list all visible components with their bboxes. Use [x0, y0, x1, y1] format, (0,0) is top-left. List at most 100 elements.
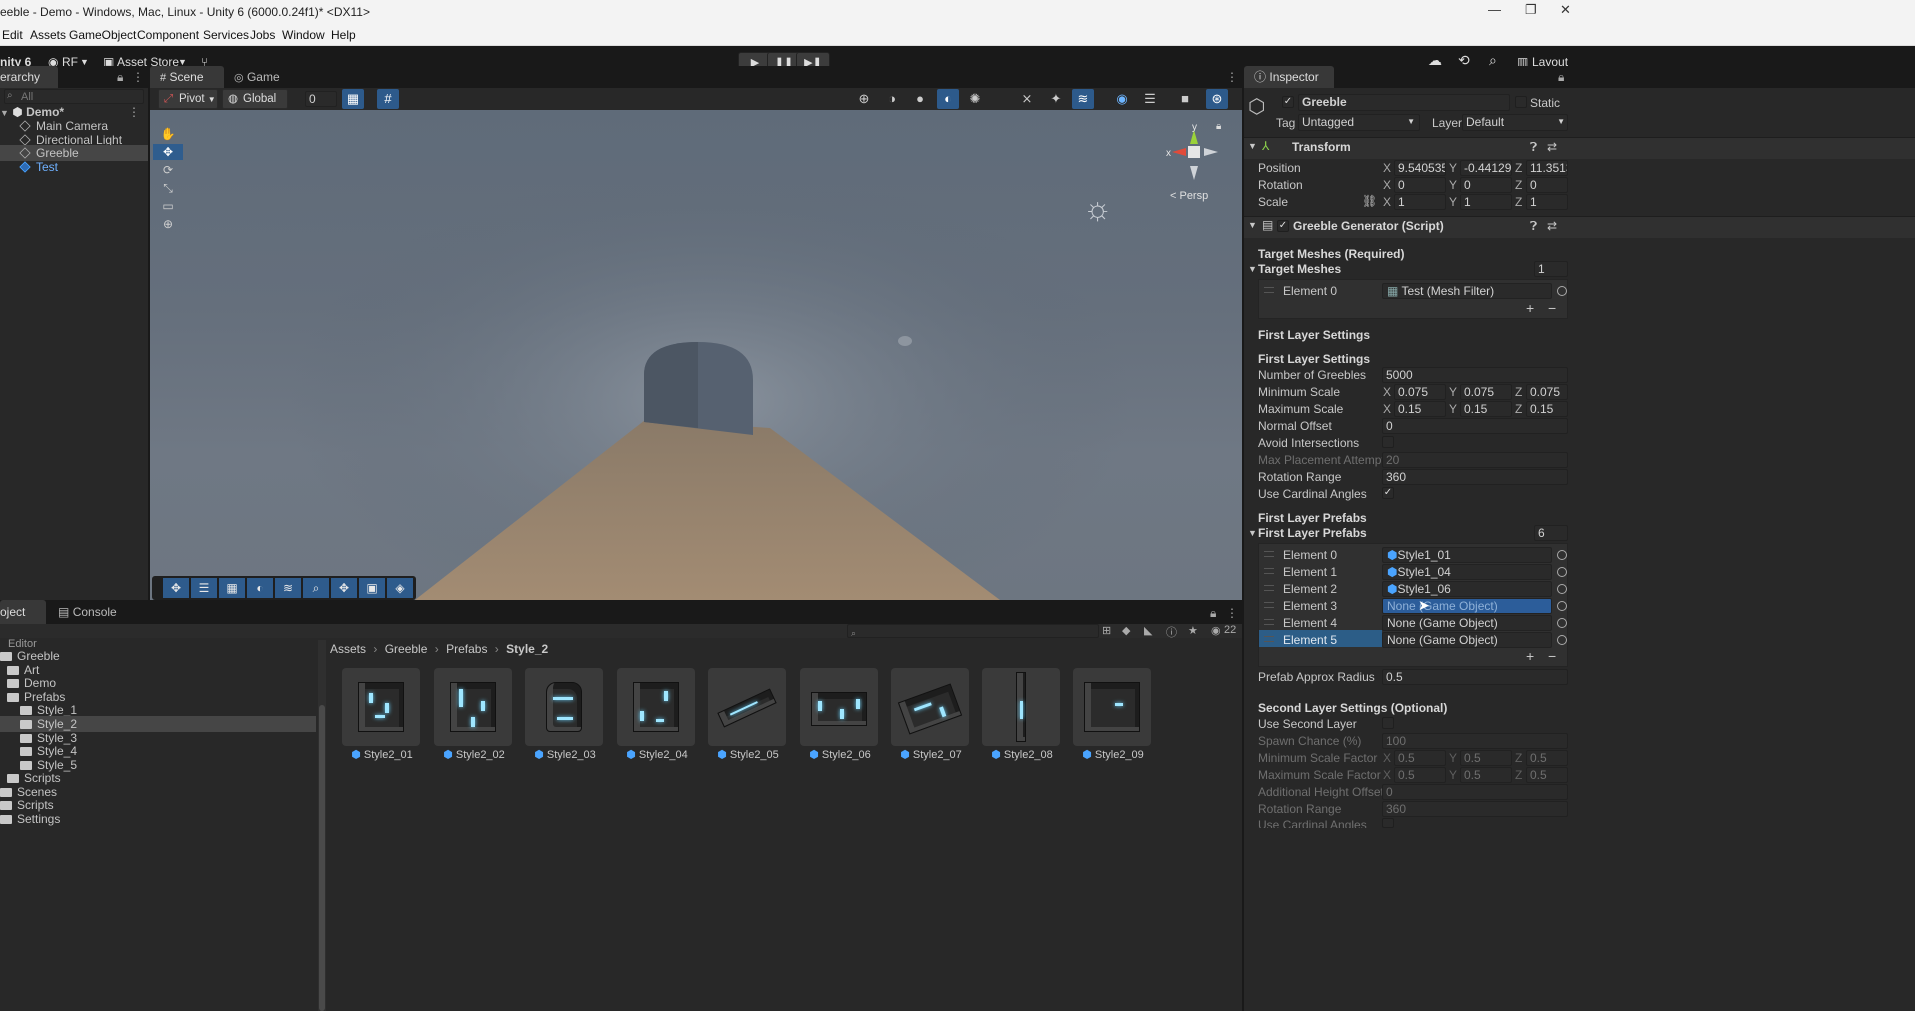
directional-light-gizmo[interactable]: ☼	[1083, 190, 1112, 227]
prefab-approx-radius-label[interactable]: Prefab Approx Radius	[1258, 670, 1375, 684]
visibility-icon[interactable]: ◉	[1111, 89, 1133, 109]
asset-label[interactable]: ⬢ Style2_01	[337, 748, 427, 761]
active-checkbox[interactable]: ✓	[1282, 96, 1294, 108]
static-checkbox[interactable]	[1515, 96, 1527, 108]
prefab-field-highlighted[interactable]: None (Game Object)	[1382, 598, 1552, 614]
asset-label[interactable]: ⬢ Style2_09	[1068, 748, 1158, 761]
prefab-field[interactable]: ⬢Style1_01	[1382, 547, 1552, 563]
max-scale-factor-z[interactable]: 0.5	[1526, 767, 1568, 783]
scale-tool-icon[interactable]: ⤡	[153, 180, 183, 196]
prefab-field[interactable]: ⬢Style1_04	[1382, 564, 1552, 580]
transform-tool-icon[interactable]: ⊕	[153, 216, 183, 232]
menu-window[interactable]: Window	[282, 28, 325, 42]
shaded-icon[interactable]: ●	[909, 89, 931, 109]
add-icon[interactable]: +	[1526, 300, 1534, 316]
lit-mode-icon[interactable]: ◐	[937, 89, 959, 109]
compass-icon[interactable]: ◈	[387, 578, 413, 598]
lit-icon[interactable]: ◐	[247, 578, 273, 598]
object-picker-icon[interactable]	[1557, 286, 1567, 296]
asset-thumbnail[interactable]	[891, 668, 969, 746]
info-icon[interactable]: ⓘ	[1166, 624, 1177, 640]
asset-label[interactable]: ⬢ Style2_03	[520, 748, 610, 761]
max-scale-factor-y[interactable]: 0.5	[1460, 767, 1512, 783]
tab-game[interactable]: ◎ Game	[224, 66, 294, 88]
tab-scene[interactable]: # Scene	[150, 66, 224, 88]
view-tool-icon[interactable]: ✋	[153, 126, 183, 142]
rect-tool-icon[interactable]: ▭	[153, 198, 183, 214]
link-icon[interactable]: ⛓︎	[1362, 194, 1377, 208]
minimum-scale-label[interactable]: Minimum Scale	[1258, 385, 1340, 399]
pivot-dropdown[interactable]: ⤢ Pivot ▼	[158, 89, 218, 109]
project-search-input[interactable]: ⌕	[847, 624, 1099, 638]
asset-label[interactable]: ⬢ Style2_08	[977, 748, 1067, 761]
asset-thumbnail[interactable]	[1073, 668, 1151, 746]
asset-label[interactable]: ⬢ Style2_07	[886, 748, 976, 761]
more-icon[interactable]: ⋮	[132, 70, 144, 84]
object-picker-icon[interactable]	[1557, 601, 1567, 611]
lock-icon[interactable]: 🔒︎	[1216, 121, 1221, 132]
drag-handle-icon[interactable]	[1264, 636, 1274, 642]
layers-icon[interactable]: ≋	[275, 578, 301, 598]
lock-icon[interactable]: 🔒︎	[117, 70, 123, 85]
avoid-intersections-checkbox[interactable]	[1382, 436, 1394, 448]
prefab-approx-radius-input[interactable]: 0.5	[1382, 669, 1568, 685]
scale-x-field[interactable]: 1	[1394, 194, 1446, 210]
object-name-input[interactable]: Greeble	[1298, 94, 1510, 111]
rotation-x-field[interactable]: 0	[1394, 177, 1446, 193]
drag-handle-icon[interactable]	[1264, 551, 1274, 557]
menu-component[interactable]: Component	[137, 28, 199, 42]
drag-handle-icon[interactable]	[1264, 602, 1274, 608]
hierarchy-item[interactable]: Test	[0, 159, 148, 175]
tree-item[interactable]: Settings	[0, 811, 60, 827]
chevron-down-icon[interactable]: ▼	[1248, 141, 1257, 151]
position-y-field[interactable]: -0.44129	[1460, 160, 1512, 176]
camera-icon[interactable]: ■	[1174, 89, 1196, 109]
tree-scrollbar-thumb[interactable]	[319, 705, 325, 1011]
normal-offset-label[interactable]: Normal Offset	[1258, 419, 1332, 433]
asset-thumbnail[interactable]	[342, 668, 420, 746]
min-scale-factor-y[interactable]: 0.5	[1460, 750, 1512, 766]
asset-thumbnail[interactable]	[800, 668, 878, 746]
object-picker-icon[interactable]	[1557, 618, 1567, 628]
drag-handle-icon[interactable]	[1264, 287, 1274, 293]
normal-offset-input[interactable]: 0	[1382, 418, 1568, 434]
stack-icon[interactable]: ☰	[1139, 89, 1161, 109]
lock-icon[interactable]: 🔒︎	[1558, 70, 1564, 85]
camera-icon[interactable]: ▣	[359, 578, 385, 598]
position-x-field[interactable]: 9.540535	[1394, 160, 1446, 176]
script-enabled-checkbox[interactable]: ✓	[1277, 220, 1289, 232]
asset-thumbnail[interactable]	[617, 668, 695, 746]
prefab-field[interactable]: None (Game Object)	[1382, 632, 1552, 648]
breadcrumb-greeble[interactable]: Greeble	[385, 642, 428, 656]
max-scale-x-field[interactable]: 0.15	[1394, 401, 1446, 417]
align-icon[interactable]: ☰	[191, 578, 217, 598]
additional-height-offset-input[interactable]: 0	[1382, 784, 1568, 800]
asset-label[interactable]: ⬢ Style2_04	[612, 748, 702, 761]
filter-label-icon[interactable]: ◣	[1144, 624, 1152, 637]
settings-icon[interactable]: ⇄	[1547, 140, 1557, 154]
grid-visibility-icon[interactable]: #	[377, 89, 399, 109]
effects-icon[interactable]: ✺	[964, 89, 986, 109]
remove-icon[interactable]: −	[1548, 648, 1556, 664]
rotation-z-field[interactable]: 0	[1526, 177, 1568, 193]
menu-gameobject[interactable]: GameObject	[69, 28, 136, 42]
min-scale-y-field[interactable]: 0.075	[1460, 384, 1512, 400]
number-of-greebles-input[interactable]: 5000	[1382, 367, 1568, 383]
orientation-icon[interactable]: ⊕	[853, 89, 875, 109]
max-placement-attempts-input[interactable]: 20	[1382, 452, 1568, 468]
hierarchy-search-input[interactable]: All	[4, 89, 144, 104]
global-dropdown[interactable]: ◍Global ▼	[222, 89, 288, 122]
target-meshes-foldout[interactable]: Target Meshes	[1258, 262, 1341, 276]
audio-mute-icon[interactable]: ⨯	[1016, 89, 1038, 109]
max-scale-y-field[interactable]: 0.15	[1460, 401, 1512, 417]
first-layer-prefabs-foldout[interactable]: First Layer Prefabs	[1258, 526, 1367, 540]
tab-project[interactable]: oject	[0, 600, 46, 624]
min-scale-x-field[interactable]: 0.075	[1394, 384, 1446, 400]
menu-assets[interactable]: Assets	[30, 28, 66, 42]
min-scale-z-field[interactable]: 0.075	[1526, 384, 1568, 400]
fx-icon[interactable]: ✦	[1045, 89, 1067, 109]
prefabs-count[interactable]: 6	[1534, 525, 1568, 541]
asset-thumbnail[interactable]	[434, 668, 512, 746]
grid-icon[interactable]: ▦	[219, 578, 245, 598]
rotate-tool-icon[interactable]: ⟳	[153, 162, 183, 178]
